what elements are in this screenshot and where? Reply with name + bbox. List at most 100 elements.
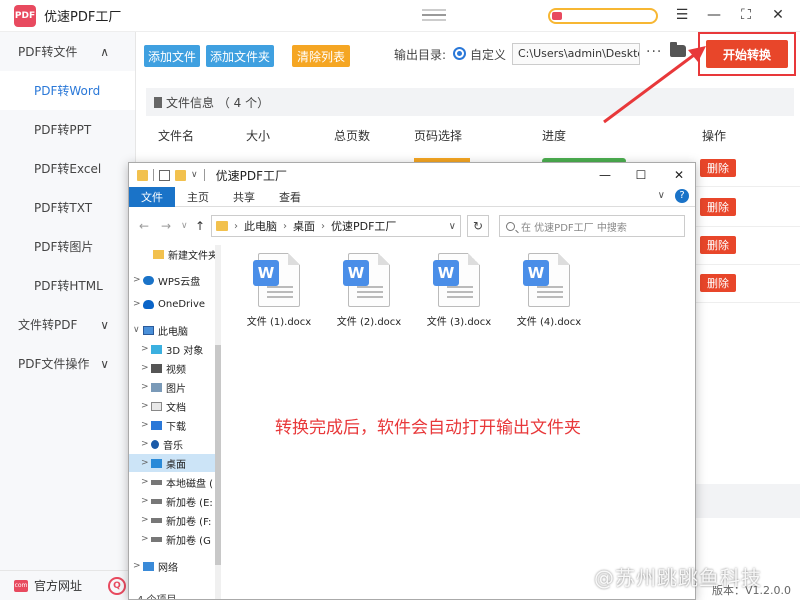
tree-caret[interactable]: > (141, 477, 151, 487)
sidebar-group-pdf-operations[interactable]: PDF文件操作 ∨ (0, 344, 135, 383)
tree-caret[interactable]: > (141, 439, 151, 449)
promo-banner-icon[interactable] (422, 9, 446, 21)
delete-button[interactable]: 删除 (700, 198, 736, 216)
explorer-close-button[interactable]: ✕ (669, 165, 689, 185)
tree-item-volume-e[interactable]: > 新加卷 (E: (141, 492, 213, 510)
tree-item-videos[interactable]: > 视频 (141, 359, 186, 377)
sidebar-group-file-to-pdf[interactable]: 文件转PDF ∨ (0, 305, 135, 344)
file-item[interactable]: W 文件 (1).docx (243, 253, 315, 339)
file-name: 文件 (3).docx (426, 317, 492, 328)
tree-caret[interactable]: > (141, 515, 151, 525)
explorer-search-input[interactable]: 在 优速PDF工厂 中搜索 (499, 215, 685, 237)
qq-icon[interactable]: Q (108, 577, 126, 595)
maximize-button[interactable]: ⛶ (734, 4, 758, 26)
up-icon[interactable]: ↑ (195, 219, 205, 233)
tree-caret[interactable]: > (141, 382, 151, 392)
delete-button[interactable]: 删除 (700, 236, 736, 254)
tree-caret[interactable]: ∨ (133, 325, 143, 335)
add-file-button[interactable]: 添加文件 (144, 45, 200, 67)
add-folder-button[interactable]: 添加文件夹 (206, 45, 274, 67)
promo-badge[interactable] (548, 8, 658, 24)
tree-caret[interactable]: > (141, 496, 151, 506)
tab-view[interactable]: 查看 (267, 187, 313, 207)
delete-button[interactable]: 删除 (700, 159, 736, 177)
sidebar-group-pdf-to-file[interactable]: PDF转文件 ∧ (0, 32, 135, 71)
row-divider (696, 226, 800, 227)
sidebar-item-pdf-to-excel[interactable]: PDF转Excel (0, 149, 135, 188)
doc-lines (357, 286, 383, 298)
back-icon[interactable]: ← (139, 219, 149, 233)
sidebar-item-pdf-to-html[interactable]: PDF转HTML (0, 266, 135, 305)
tree-item-music[interactable]: > 音乐 (141, 435, 183, 453)
menu-icon[interactable]: ☰ (670, 4, 694, 26)
app-logo-icon: PDF (14, 4, 36, 27)
custom-dir-radio-label[interactable]: 自定义 (470, 46, 506, 63)
tree-item-label: OneDrive (158, 298, 206, 310)
tree-caret[interactable]: > (141, 344, 151, 354)
tree-item-volume-f[interactable]: > 新加卷 (F: (141, 511, 211, 529)
tree-item-this-pc[interactable]: ∨ 此电脑 (133, 321, 188, 339)
tree-caret[interactable]: > (133, 275, 143, 285)
tree-item-label: WPS云盘 (158, 276, 201, 288)
file-item[interactable]: W 文件 (3).docx (423, 253, 495, 339)
tab-file[interactable]: 文件 (129, 186, 175, 207)
website-link[interactable]: 官方网址 (34, 577, 82, 594)
tree-item-label: 本地磁盘 ( (166, 478, 214, 490)
tree-item-3d-objects[interactable]: >3D 对象 (141, 340, 203, 358)
address-dropdown-icon[interactable]: ∨ (449, 221, 456, 232)
nav-pane-scrollbar[interactable] (215, 245, 221, 599)
sidebar-item-pdf-to-txt[interactable]: PDF转TXT (0, 188, 135, 227)
desktop-icon (151, 458, 162, 468)
tree-item-documents[interactable]: > 文档 (141, 397, 186, 415)
tree-item-desktop[interactable]: > 桌面 (129, 454, 221, 472)
tab-share[interactable]: 共享 (221, 187, 267, 207)
ribbon-expand-icon[interactable]: ∨ (658, 190, 665, 201)
explorer-title: 优速PDF工厂 (215, 168, 287, 183)
help-icon[interactable]: ? (675, 189, 689, 203)
breadcrumb-item[interactable]: 此电脑 (244, 218, 277, 234)
tree-caret[interactable]: > (141, 363, 151, 373)
sidebar-item-pdf-to-word[interactable]: PDF转Word (0, 71, 135, 110)
new-folder-icon[interactable] (175, 169, 186, 181)
tree-item-downloads[interactable]: > 下载 (141, 416, 186, 434)
close-button[interactable]: ✕ (766, 4, 790, 26)
sidebar-item-label: PDF文件操作 (18, 357, 90, 371)
divider (203, 169, 205, 181)
file-name: 文件 (1).docx (246, 317, 312, 328)
tree-item-onedrive[interactable]: > OneDrive (133, 295, 205, 313)
sidebar-item-pdf-to-image[interactable]: PDF转图片 (0, 227, 135, 266)
minimize-button[interactable]: — (702, 4, 726, 26)
tree-item-volume-g[interactable]: > 新加卷 (G (141, 530, 211, 548)
sidebar-item-pdf-to-ppt[interactable]: PDF转PPT (0, 110, 135, 149)
custom-dir-radio[interactable] (453, 47, 466, 60)
tree-item-local-disk[interactable]: > 本地磁盘 ( (141, 473, 213, 491)
properties-icon[interactable] (159, 169, 170, 181)
delete-button[interactable]: 删除 (700, 274, 736, 292)
tree-item-wps-cloud[interactable]: > WPS云盘 (133, 271, 200, 289)
quick-access-dropdown-icon[interactable]: ∨ (191, 170, 198, 180)
explorer-maximize-button[interactable]: ☐ (631, 165, 651, 185)
scrollbar-thumb[interactable] (215, 345, 221, 565)
tab-home[interactable]: 主页 (175, 187, 221, 207)
tree-caret[interactable]: > (141, 401, 151, 411)
explorer-minimize-button[interactable]: — (595, 165, 615, 185)
col-header-filename: 文件名 (158, 129, 195, 143)
file-item[interactable]: W 文件 (2).docx (333, 253, 405, 339)
recent-locations-icon[interactable]: ∨ (181, 221, 188, 231)
breadcrumb-item[interactable]: 桌面 (293, 218, 315, 234)
tree-item-pictures[interactable]: > 图片 (141, 378, 186, 396)
tree-caret[interactable]: > (141, 420, 151, 430)
tree-caret[interactable]: > (141, 458, 151, 468)
file-item[interactable]: W 文件 (4).docx (513, 253, 585, 339)
clear-list-button[interactable]: 清除列表 (292, 45, 350, 67)
address-bar[interactable]: › 此电脑 › 桌面 › 优速PDF工厂 ∨ (211, 215, 461, 237)
tree-caret[interactable]: > (133, 561, 143, 571)
tree-caret[interactable]: > (133, 299, 143, 309)
forward-icon[interactable]: → (161, 219, 171, 233)
breadcrumb-item[interactable]: 优速PDF工厂 (331, 218, 396, 234)
refresh-button[interactable]: ↻ (467, 215, 489, 237)
row-divider (696, 186, 800, 187)
tree-item-network[interactable]: > 网络 (133, 557, 178, 575)
tree-item-new-folder[interactable]: 新建文件夹 (143, 245, 218, 263)
tree-caret[interactable]: > (141, 534, 151, 544)
